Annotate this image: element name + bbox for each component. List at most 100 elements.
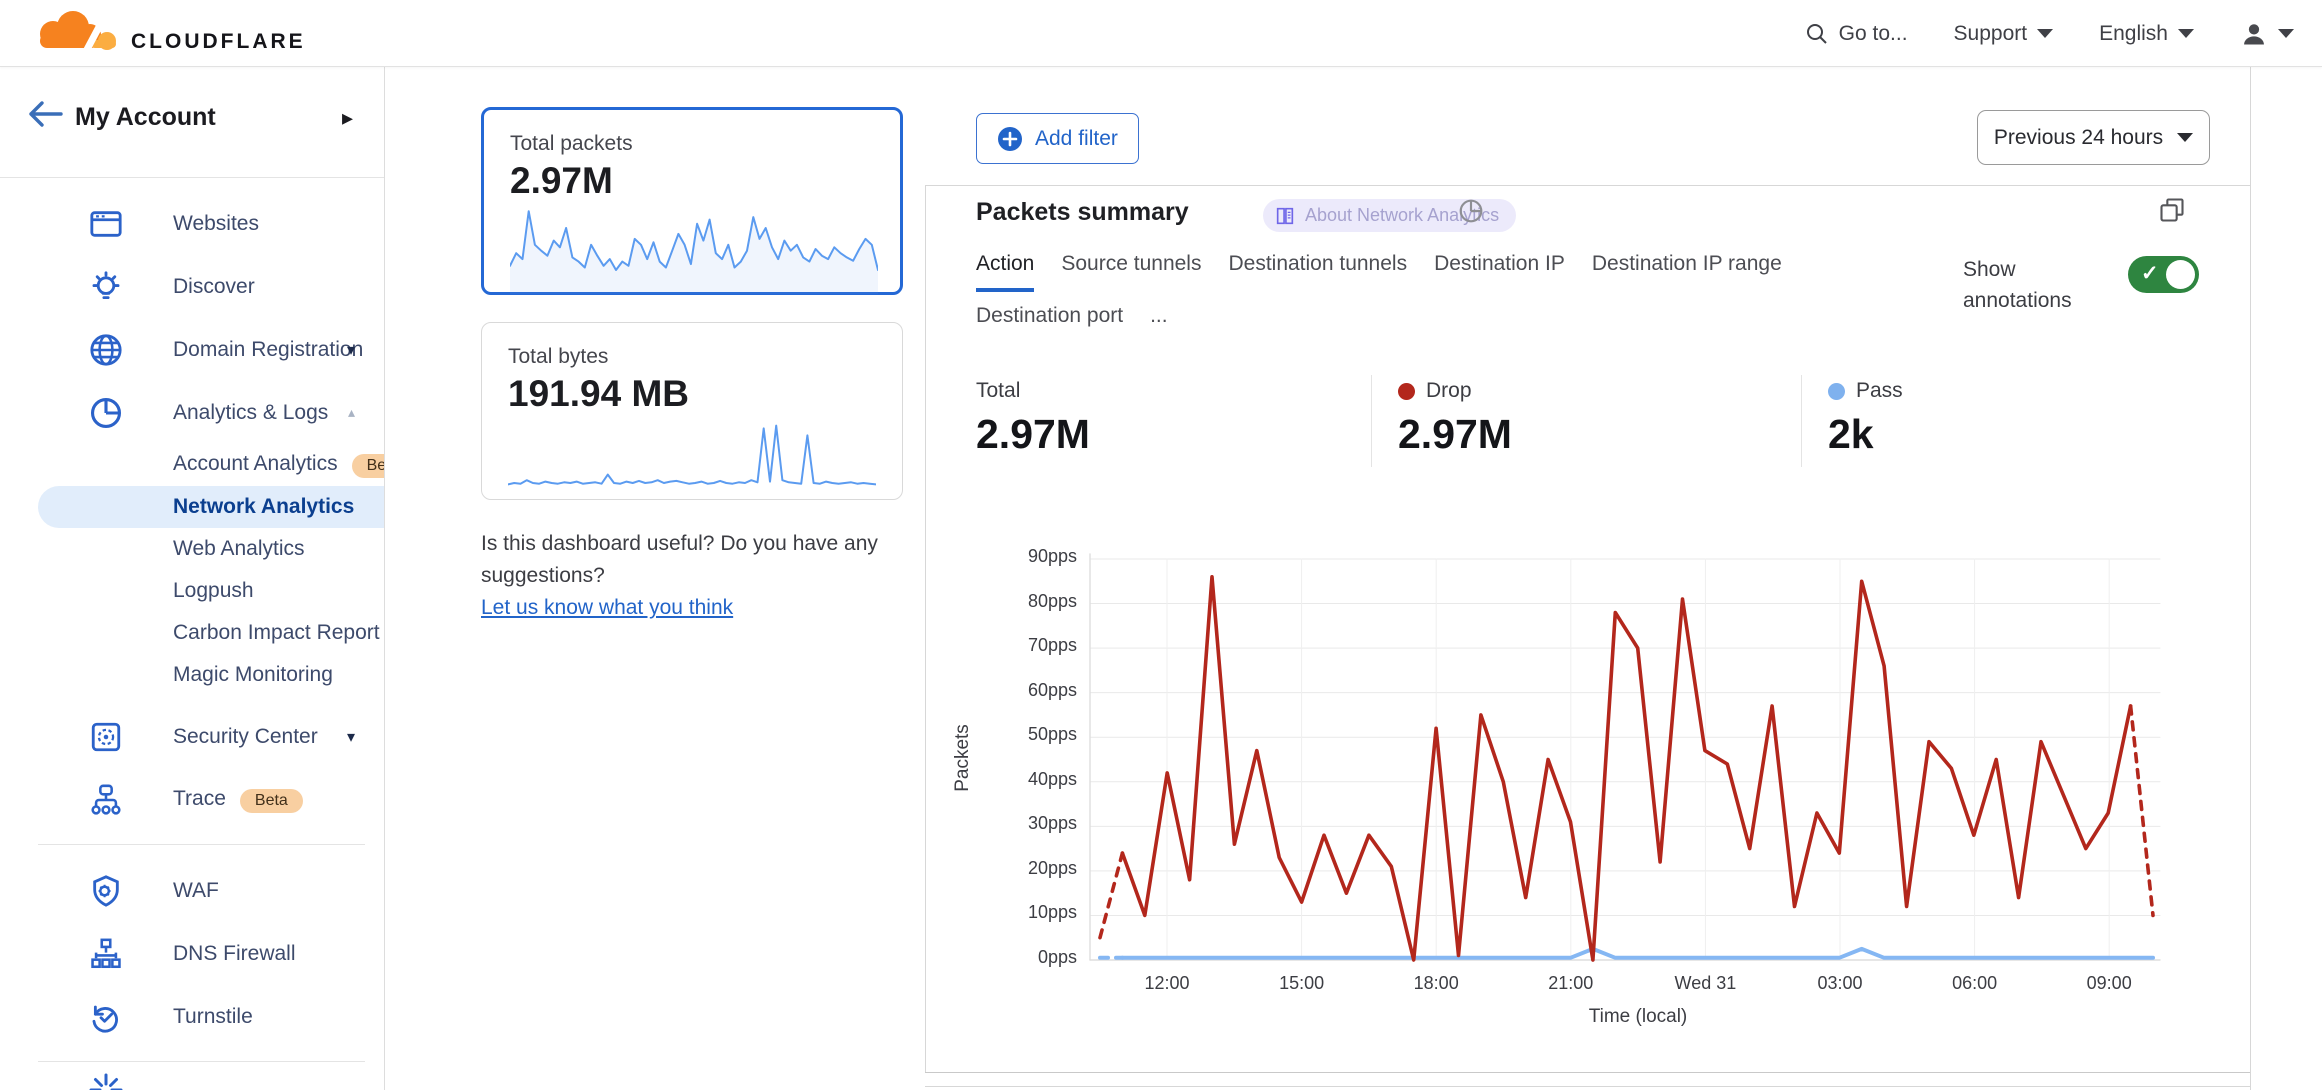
y-tick-label: 70pps <box>965 635 1077 656</box>
tab-destination-tunnels[interactable]: Destination tunnels <box>1228 252 1407 292</box>
tab-source-tunnels[interactable]: Source tunnels <box>1061 252 1201 292</box>
sidebar-item-label: Domain Registration <box>173 338 363 362</box>
add-filter-label: Add filter <box>1035 127 1118 151</box>
tab-[interactable]: ... <box>1150 304 1168 344</box>
dimension-tabs-row2: Destination port... <box>976 304 1168 344</box>
support-label: Support <box>1954 22 2028 46</box>
pass-legend-dot <box>1828 383 1845 400</box>
sidebar-item-trace[interactable]: TraceBeta <box>0 768 385 831</box>
tab-destination-ip[interactable]: Destination IP <box>1434 252 1565 292</box>
sidebar-item-carbon-impact-report[interactable]: Carbon Impact Report <box>0 612 385 654</box>
divider <box>38 844 365 845</box>
y-tick-label: 0pps <box>965 947 1077 968</box>
sidebar-item-network-analytics[interactable]: Network Analytics <box>0 486 385 528</box>
sidebar-item-label: Logpush <box>173 579 254 603</box>
chevron-down-icon <box>2278 29 2294 38</box>
stat-value: 2k <box>1828 411 2250 458</box>
sidebar-item-security-center[interactable]: Security Center▾ <box>0 705 385 768</box>
panel-left-border <box>925 185 926 1072</box>
language-menu[interactable]: English <box>2099 22 2194 46</box>
stat-total: Total2.97M <box>925 375 1371 467</box>
total-packets-card[interactable]: Total packets 2.97M <box>481 107 903 295</box>
show-annotations-toggle[interactable]: ✓ <box>2128 256 2199 293</box>
total-bytes-sparkline <box>508 415 876 493</box>
account-menu[interactable] <box>2240 20 2294 48</box>
goto-search[interactable]: Go to... <box>1805 22 1908 46</box>
sidebar-item-magic-monitoring[interactable]: Magic Monitoring <box>0 654 385 696</box>
y-tick-label: 10pps <box>965 902 1077 923</box>
total-bytes-card[interactable]: Total bytes 191.94 MB <box>481 322 903 500</box>
total-bytes-title: Total bytes <box>508 345 876 369</box>
sidebar-item-label: Account AnalyticsBeta <box>173 452 385 478</box>
back-arrow-icon[interactable] <box>26 99 66 131</box>
support-menu[interactable]: Support <box>1954 22 2054 46</box>
tab-destination-port[interactable]: Destination port <box>976 304 1123 344</box>
y-tick-label: 90pps <box>965 546 1077 567</box>
trace-icon <box>89 783 123 817</box>
sidebar-item-websites[interactable]: Websites <box>0 192 385 255</box>
sidebar-item-label: Carbon Impact Report <box>173 621 380 645</box>
cloudflare-logo[interactable]: CLOUDFLARE <box>19 8 306 60</box>
cloudflare-cloud-icon <box>19 8 135 60</box>
sidebar-item-domain-registration[interactable]: Domain Registration▾ <box>0 318 385 381</box>
y-tick-label: 80pps <box>965 591 1077 612</box>
pie-chart-icon <box>1458 198 1484 224</box>
sidebar-item-label: Analytics & Logs <box>173 401 328 425</box>
tree-icon <box>89 937 123 971</box>
pie-icon <box>89 396 123 430</box>
tab-destination-ip-range[interactable]: Destination IP range <box>1592 252 1782 292</box>
chevron-right-icon[interactable]: ▸ <box>342 105 353 131</box>
y-tick-label: 60pps <box>965 680 1077 701</box>
x-tick-label: 09:00 <box>2064 973 2154 994</box>
stat-label: Pass <box>1856 379 1903 403</box>
tab-action[interactable]: Action <box>976 252 1034 292</box>
sidebar-item-turnstile[interactable]: Turnstile <box>0 985 385 1048</box>
sidebar-item-label: Websites <box>173 212 259 236</box>
sidebar-item-label: Turnstile <box>173 1005 253 1029</box>
bulb-icon <box>89 270 123 304</box>
y-tick-label: 50pps <box>965 724 1077 745</box>
goto-label: Go to... <box>1839 22 1908 46</box>
feedback-link[interactable]: Let us know what you think <box>481 592 733 624</box>
add-filter-button[interactable]: Add filter <box>976 113 1139 164</box>
stat-value: 2.97M <box>1398 411 1801 458</box>
sidebar-item-label: Security Center <box>173 725 318 749</box>
total-packets-sparkline <box>510 202 878 294</box>
sidebar-item-logpush[interactable]: Logpush <box>0 570 385 612</box>
sidebar-item-waf[interactable]: WAF <box>0 859 385 922</box>
chevron-up-icon: ▴ <box>348 404 355 421</box>
zero-trust-burst-icon[interactable] <box>88 1072 124 1090</box>
panel-top-border <box>925 185 2250 186</box>
language-label: English <box>2099 22 2168 46</box>
show-annotations-label: Show annotations <box>1963 254 2098 316</box>
feedback-block: Is this dashboard useful? Do you have an… <box>481 528 926 624</box>
divider <box>38 1061 365 1062</box>
sidebar-item-web-analytics[interactable]: Web Analytics <box>0 528 385 570</box>
x-tick-label: 12:00 <box>1122 973 1212 994</box>
y-tick-label: 40pps <box>965 769 1077 790</box>
stat-label: Total <box>976 379 1020 403</box>
chevron-down-icon <box>2178 29 2194 38</box>
next-panel-top-border <box>925 1086 2250 1087</box>
panel-bottom-border <box>925 1072 2250 1073</box>
x-tick-label: 06:00 <box>1930 973 2020 994</box>
safe-icon <box>89 720 123 754</box>
expand-panel-icon[interactable] <box>2158 196 2186 224</box>
chevron-down-icon: ▾ <box>347 340 355 360</box>
account-header: My Account ▸ <box>0 67 385 177</box>
top-header: CLOUDFLARE Go to... Support English <box>0 0 2322 67</box>
sidebar-item-label: DNS Firewall <box>173 942 296 966</box>
sidebar-item-discover[interactable]: Discover <box>0 255 385 318</box>
panel-title: Packets summary <box>976 198 1189 227</box>
time-range-dropdown[interactable]: Previous 24 hours <box>1977 110 2210 165</box>
x-tick-label: 15:00 <box>1257 973 1347 994</box>
total-packets-title: Total packets <box>510 132 874 156</box>
sidebar-item-analytics-logs[interactable]: Analytics & Logs ▴ <box>0 381 385 444</box>
divider <box>0 177 385 178</box>
sidebar-item-account-analytics[interactable]: Account AnalyticsBeta <box>0 444 385 486</box>
search-icon <box>1805 22 1829 46</box>
chevron-down-icon <box>2177 133 2193 142</box>
sidebar: My Account ▸ WebsitesDiscoverDomain Regi… <box>0 67 385 1090</box>
feedback-question: Is this dashboard useful? Do you have an… <box>481 528 926 592</box>
sidebar-item-dns-firewall[interactable]: DNS Firewall <box>0 922 385 985</box>
